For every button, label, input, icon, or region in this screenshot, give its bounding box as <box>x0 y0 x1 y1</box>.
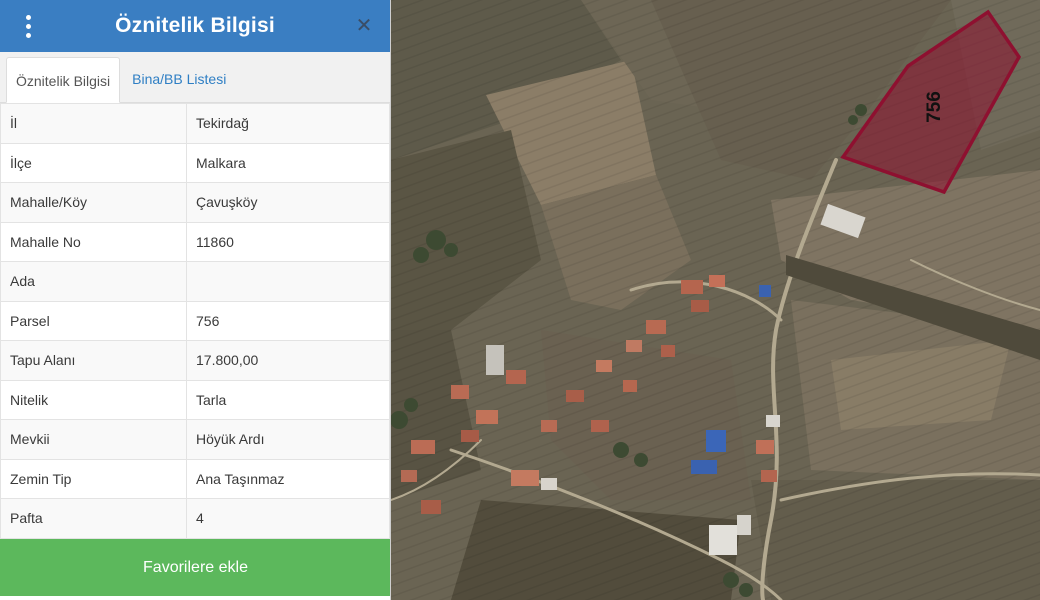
table-row: Parsel 756 <box>0 300 390 341</box>
table-row: Nitelik Tarla <box>0 379 390 420</box>
parcel-number-label: 756 <box>924 91 945 123</box>
table-row: Pafta 4 <box>0 498 390 539</box>
attribute-key: Mahalle/Köy <box>0 182 187 223</box>
attribute-panel: Öznitelik Bilgisi ✕ Öznitelik Bilgisi Bi… <box>0 0 391 600</box>
table-row: Mevkii Höyük Ardı <box>0 419 390 460</box>
attribute-key: Nitelik <box>0 379 187 420</box>
table-row: Mahalle/Köy Çavuşköy <box>0 182 390 223</box>
attribute-value <box>186 261 390 302</box>
table-row: Zemin Tip Ana Taşınmaz <box>0 458 390 499</box>
attribute-key: Mevkii <box>0 419 187 460</box>
attribute-value: Ana Taşınmaz <box>186 458 390 499</box>
table-row: Ada <box>0 261 390 302</box>
add-to-favorites-button[interactable]: Favorilere ekle <box>0 539 390 596</box>
attribute-value: Höyük Ardı <box>186 419 390 460</box>
attribute-key: Mahalle No <box>0 221 187 262</box>
attribute-value: 756 <box>186 300 390 341</box>
attribute-value: Çavuşköy <box>186 182 390 223</box>
attribute-key: Ada <box>0 261 187 302</box>
attribute-value: 11860 <box>186 221 390 262</box>
attribute-value: Tarla <box>186 379 390 420</box>
attribute-key: İlçe <box>0 142 187 183</box>
vertical-dots-icon[interactable] <box>16 14 40 38</box>
tab-bar: Öznitelik Bilgisi Bina/BB Listesi <box>0 52 390 103</box>
table-row: İl Tekirdağ <box>0 103 390 144</box>
attribute-key: Parsel <box>0 300 187 341</box>
panel-title: Öznitelik Bilgisi <box>115 14 275 37</box>
table-row: İlçe Malkara <box>0 142 390 183</box>
tab-building-list[interactable]: Bina/BB Listesi <box>120 56 238 102</box>
close-icon[interactable]: ✕ <box>352 14 376 38</box>
attribute-table: İl Tekirdağ İlçe Malkara Mahalle/Köy Çav… <box>0 103 390 539</box>
table-row: Mahalle No 11860 <box>0 221 390 262</box>
attribute-value: 4 <box>186 498 390 539</box>
attribute-key: İl <box>0 103 187 144</box>
attribute-key: Zemin Tip <box>0 458 187 499</box>
map-canvas[interactable]: 756 <box>391 0 1040 600</box>
attribute-value: 17.800,00 <box>186 340 390 381</box>
attribute-key: Tapu Alanı <box>0 340 187 381</box>
table-row: Tapu Alanı 17.800,00 <box>0 340 390 381</box>
panel-header: Öznitelik Bilgisi ✕ <box>0 0 390 52</box>
tab-attribute-info[interactable]: Öznitelik Bilgisi <box>6 57 121 103</box>
attribute-key: Pafta <box>0 498 187 539</box>
satellite-map[interactable]: 756 <box>391 0 1040 600</box>
attribute-value: Tekirdağ <box>186 103 390 144</box>
attribute-value: Malkara <box>186 142 390 183</box>
